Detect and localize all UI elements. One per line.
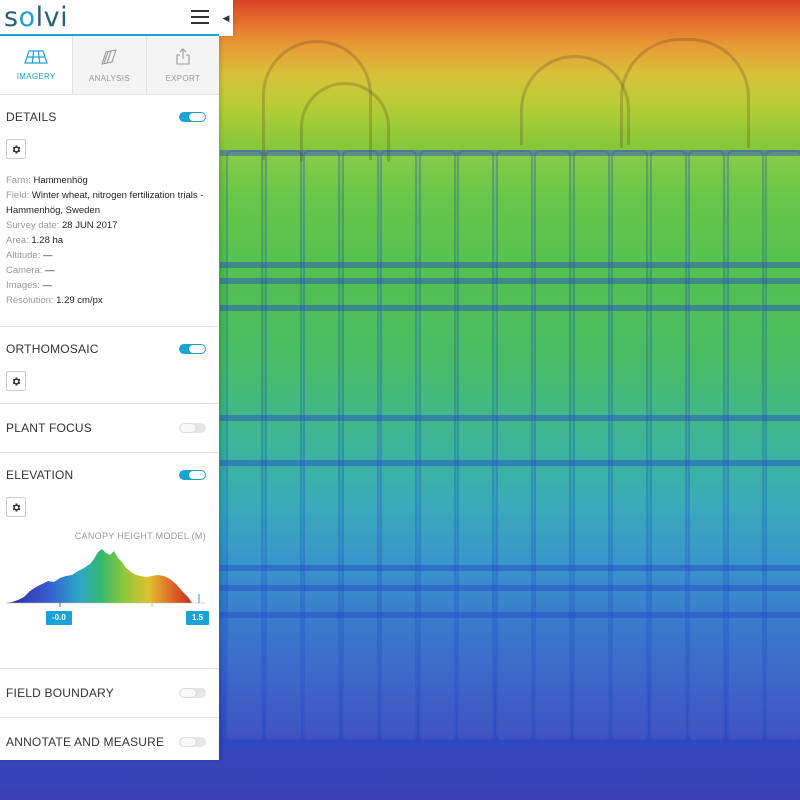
details-list: Farm: Hammenhög Field: Winter wheat, nit… [6,159,206,326]
tractor-track [520,55,630,145]
chevron-left-icon: ◀ [222,12,230,23]
field-row-gap [220,585,800,591]
detail-row: Camera: — [6,265,55,276]
histogram-area [6,549,196,603]
detail-row: Field: Winter wheat, nitrogen fertilizat… [6,190,204,216]
detail-row: Resolution: 1.29 cm/px [6,295,103,306]
field-plot-column [226,150,263,740]
top-bar: solvi [0,0,219,36]
field-row-gap [220,262,800,268]
tractor-track [620,38,750,148]
tab-label: ANALYSIS [89,73,130,83]
collapse-sidebar-button[interactable]: ◀ [219,0,233,36]
details-section: DETAILS Farm: Hammenhög Field: Winter wh… [0,95,219,327]
elevation-settings-button[interactable] [6,497,26,517]
details-toggle[interactable] [179,112,206,122]
detail-row: Images: — [6,280,52,291]
field-plot-column [765,150,800,740]
gear-icon [12,377,20,385]
tractor-track [300,82,390,162]
layers-icon [101,48,118,65]
plant-focus-section: PLANT FOCUS [0,404,219,453]
detail-row: Farm: Hammenhög [6,175,88,186]
orthomosaic-settings-button[interactable] [6,371,26,391]
field-row-gap [220,740,800,746]
tab-label: EXPORT [165,73,201,83]
orthomosaic-toggle[interactable] [179,344,206,354]
field-plot-column [650,150,687,740]
elevation-section: ELEVATION CANOPY HEIGHT MODEL (M) -0.0 1… [0,453,219,669]
export-icon [176,47,190,65]
field-boundary-toggle[interactable] [179,688,206,698]
field-boundary-section: FIELD BOUNDARY [0,669,219,718]
annotate-toggle[interactable] [179,737,206,747]
field-plot-column [688,150,725,740]
field-plot-column [419,150,456,740]
elevation-title: ELEVATION [6,468,74,482]
elevation-histogram [6,549,206,607]
sidebar: solvi IMAGERY ANALYSIS EXPORT DETAILS Fa… [0,0,219,760]
field-row-gap [220,305,800,311]
field-row-gap [220,278,800,284]
field-plot-column [380,150,417,740]
max-value-handle[interactable]: 1.5 [186,611,210,625]
annotate-title: ANNOTATE AND MEASURE [6,735,165,749]
tab-export[interactable]: EXPORT [145,36,219,94]
detail-row: Survey date: 28 JUN 2017 [6,220,118,231]
field-plot-column [573,150,610,740]
field-row-gap [220,565,800,571]
annotate-section: ANNOTATE AND MEASURE [0,718,219,764]
field-row-gap [220,612,800,618]
field-plot-column [727,150,764,740]
orthomosaic-title: ORTHOMOSAIC [6,342,99,356]
field-plot-column [265,150,302,740]
canopy-height-legend-title: CANOPY HEIGHT MODEL (M) [74,531,206,541]
field-plot-column [457,150,494,740]
plant-focus-toggle[interactable] [179,423,206,433]
tab-analysis[interactable]: ANALYSIS [72,36,146,94]
field-row-gap [220,415,800,421]
field-plot-column [303,150,340,740]
elevation-toggle[interactable] [179,470,206,480]
field-plot-column [534,150,571,740]
tab-imagery[interactable]: IMAGERY [0,36,73,94]
field-plot-column [342,150,379,740]
solvi-logo[interactable]: solvi [4,4,68,31]
hamburger-menu-icon[interactable] [191,10,209,24]
min-value-handle[interactable]: -0.0 [46,611,72,625]
gear-icon [12,503,20,511]
grid-icon [24,49,48,64]
field-plot-column [496,150,533,740]
field-row-gap [220,460,800,466]
detail-row: Area: 1.28 ha [6,235,64,246]
gear-icon [12,145,20,153]
field-boundary-title: FIELD BOUNDARY [6,686,114,700]
details-title: DETAILS [6,110,57,124]
tab-bar: IMAGERY ANALYSIS EXPORT [0,36,219,95]
plant-focus-title: PLANT FOCUS [6,421,92,435]
details-settings-button[interactable] [6,139,26,159]
orthomosaic-section: ORTHOMOSAIC [0,327,219,404]
detail-row: Altitude: — [6,250,53,261]
tab-label: IMAGERY [16,71,56,81]
field-plot-column [611,150,648,740]
